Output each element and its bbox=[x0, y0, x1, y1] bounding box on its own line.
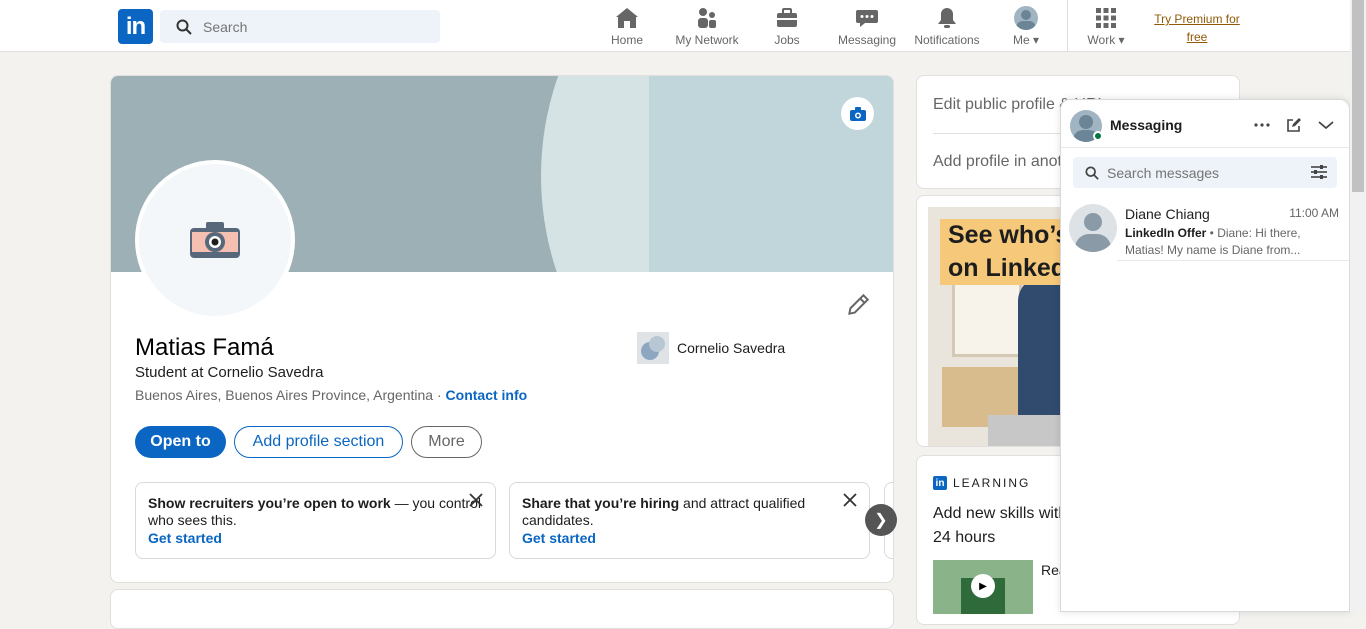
messaging-header[interactable]: Messaging bbox=[1061, 100, 1351, 148]
edit-intro-pencil-icon[interactable] bbox=[845, 292, 871, 318]
online-status-dot bbox=[1093, 131, 1103, 141]
compose-icon bbox=[1287, 118, 1301, 132]
hiring-promo: Share that you’re hiring and attract qua… bbox=[509, 482, 870, 559]
close-icon[interactable] bbox=[469, 493, 483, 507]
nav-me[interactable]: Me ▾ bbox=[1008, 6, 1044, 48]
network-icon bbox=[698, 8, 716, 28]
messaging-icon bbox=[856, 10, 878, 27]
nav-label: My Network bbox=[675, 33, 739, 47]
learning-label: LEARNING bbox=[953, 476, 1031, 490]
chevron-right-icon: ❯ bbox=[874, 512, 888, 529]
messaging-title: Messaging bbox=[1110, 117, 1183, 133]
ellipsis-icon bbox=[1254, 123, 1270, 127]
open-to-button[interactable]: Open to bbox=[135, 426, 226, 458]
nav-label: Messaging bbox=[837, 33, 897, 47]
camera-icon bbox=[849, 106, 866, 121]
linkedin-logo[interactable]: in bbox=[118, 9, 153, 44]
sender-label: LinkedIn Offer bbox=[1125, 226, 1207, 240]
compose-message-button[interactable] bbox=[1283, 114, 1305, 136]
ad-headline-1: See who’s bbox=[940, 219, 1078, 252]
search-icon bbox=[1085, 165, 1099, 180]
global-search[interactable] bbox=[160, 10, 440, 43]
premium-line2: free bbox=[1186, 30, 1208, 44]
bullet-separator: • bbox=[1206, 226, 1218, 240]
profile-photo-placeholder[interactable] bbox=[135, 160, 295, 320]
location-text: Buenos Aires, Buenos Aires Province, Arg… bbox=[135, 387, 434, 403]
nav-work[interactable]: Work ▾ bbox=[1084, 6, 1128, 48]
learning-header: in LEARNING bbox=[933, 476, 1030, 490]
nav-jobs[interactable]: Jobs bbox=[770, 6, 804, 48]
conversation-name: Diane Chiang bbox=[1125, 206, 1210, 222]
nav-divider bbox=[1067, 0, 1068, 52]
nav-label: Notifications bbox=[914, 33, 980, 47]
location-separator: · bbox=[433, 387, 446, 403]
filter-icon[interactable] bbox=[1311, 165, 1327, 179]
next-section-card bbox=[110, 589, 894, 629]
course-thumbnail[interactable]: ▶ bbox=[933, 560, 1033, 614]
try-premium-link[interactable]: Try Premium for free bbox=[1148, 10, 1246, 46]
camera-icon bbox=[190, 222, 240, 258]
conversation-item[interactable]: Diane Chiang 11:00 AM LinkedIn Offer • D… bbox=[1061, 198, 1351, 262]
conversation-preview-line1: LinkedIn Offer • Diane: Hi there, bbox=[1125, 226, 1335, 240]
avatar bbox=[1014, 6, 1038, 30]
school-logo bbox=[637, 332, 669, 364]
home-icon bbox=[616, 8, 638, 28]
chevron-down-icon bbox=[1318, 121, 1334, 130]
nav-notifications[interactable]: Notifications bbox=[912, 6, 982, 48]
nav-label: Me bbox=[1012, 33, 1030, 47]
search-input[interactable] bbox=[201, 17, 421, 36]
avatar bbox=[1069, 204, 1117, 252]
promo-bold-text: Show recruiters you’re open to work bbox=[148, 495, 391, 511]
nav-home[interactable]: Home bbox=[608, 6, 646, 48]
contact-info-link[interactable]: Contact info bbox=[446, 387, 528, 403]
nav-messaging[interactable]: Messaging bbox=[837, 6, 897, 48]
nav-label: Home bbox=[610, 33, 643, 47]
close-icon[interactable] bbox=[843, 493, 857, 507]
nav-my-network[interactable]: My Network bbox=[674, 6, 740, 48]
next-promo-button[interactable]: ❯ bbox=[865, 504, 897, 536]
divider bbox=[1117, 260, 1351, 261]
collapse-messaging-button[interactable] bbox=[1315, 114, 1337, 136]
more-button[interactable]: More bbox=[411, 426, 482, 458]
get-started-link[interactable]: Get started bbox=[148, 530, 483, 547]
profile-name: Matias Famá bbox=[135, 334, 274, 361]
conversation-time: 11:00 AM bbox=[1289, 206, 1339, 220]
get-started-link[interactable]: Get started bbox=[522, 530, 857, 547]
caret-down-icon: ▾ bbox=[1118, 33, 1125, 47]
preview-text: Diane: Hi there, bbox=[1217, 226, 1301, 240]
conversation-preview-line2: Matias! My name is Diane from... bbox=[1125, 243, 1301, 257]
linkedin-small-logo: in bbox=[933, 476, 947, 490]
search-icon bbox=[176, 19, 192, 35]
profile-card: Matias Famá Student at Cornelio Savedra … bbox=[110, 75, 894, 583]
more-options-button[interactable] bbox=[1251, 114, 1273, 136]
profile-headline: Student at Cornelio Savedra bbox=[135, 364, 324, 381]
edit-banner-button[interactable] bbox=[841, 97, 874, 130]
education-link[interactable]: Cornelio Savedra bbox=[637, 332, 785, 364]
premium-line1: Try Premium for bbox=[1154, 12, 1240, 26]
messaging-panel: Messaging Diane Chiang 11:00 AM LinkedIn… bbox=[1060, 99, 1351, 612]
education-name: Cornelio Savedra bbox=[677, 340, 786, 356]
caret-down-icon: ▾ bbox=[1032, 33, 1040, 47]
nav-label: Work bbox=[1087, 33, 1116, 47]
promo-bold-text: Share that you’re hiring bbox=[522, 495, 680, 511]
play-icon: ▶ bbox=[971, 574, 995, 598]
profile-location: Buenos Aires, Buenos Aires Province, Arg… bbox=[135, 387, 527, 403]
nav-label: Jobs bbox=[774, 33, 800, 47]
message-search[interactable] bbox=[1073, 157, 1337, 188]
grid-icon bbox=[1096, 8, 1116, 28]
message-search-input[interactable] bbox=[1105, 163, 1295, 182]
scrollbar-thumb[interactable] bbox=[1352, 0, 1364, 192]
open-to-work-promo: Show recruiters you’re open to work — yo… bbox=[135, 482, 496, 559]
logo-text: in bbox=[125, 12, 146, 40]
top-navigation: in Home My Network Jobs Messaging Notifi… bbox=[0, 0, 1350, 52]
briefcase-icon bbox=[777, 8, 797, 27]
bell-icon bbox=[938, 8, 956, 28]
add-profile-section-button[interactable]: Add profile section bbox=[234, 426, 403, 458]
